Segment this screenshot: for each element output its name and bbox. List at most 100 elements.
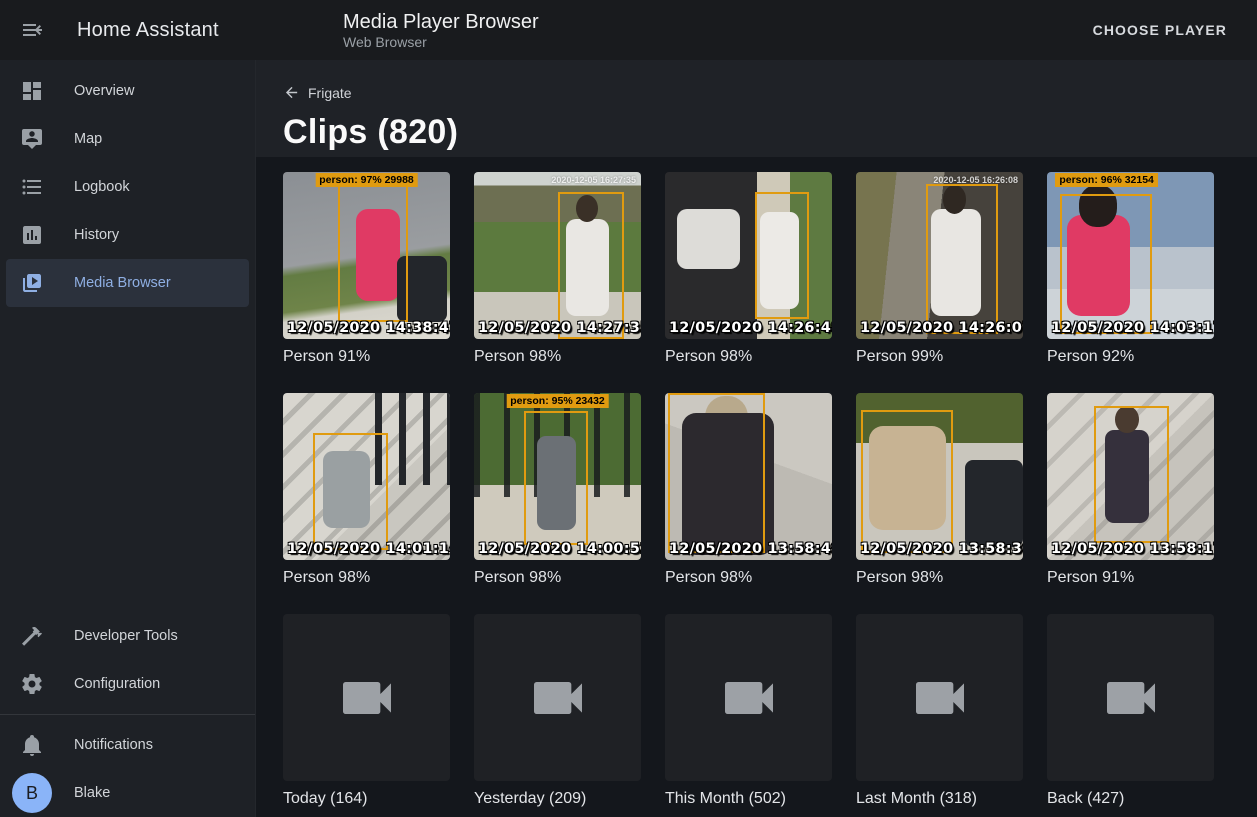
folder-card-last-month[interactable]: Last Month (318) (856, 614, 1023, 808)
folder-label: Yesterday (209) (474, 789, 641, 808)
clip-card[interactable]: 12/05/2020 13:58:49 Person 98% (665, 393, 832, 587)
page-header-subtitle: Web Browser (343, 34, 539, 51)
app-title: Home Assistant (77, 19, 219, 42)
history-icon (20, 223, 44, 247)
menu-open-icon (20, 18, 44, 42)
sidebar-item-logbook[interactable]: Logbook (6, 163, 249, 211)
clip-card[interactable]: 12/05/2020 14:01:14 Person 98% (283, 393, 450, 587)
detection-bounding-box (755, 192, 808, 319)
clip-card[interactable]: 2020-12-05 16:27:35 12/05/2020 14:27:35 … (474, 172, 641, 366)
clip-timestamp: 12/05/2020 14:26:07 (860, 320, 1023, 336)
page-header-titleblock: Media Player Browser Web Browser (343, 10, 539, 51)
map-icon (20, 127, 44, 151)
sidebar-item-configuration[interactable]: Configuration (6, 660, 249, 708)
media-grid: person: 97% 29988 12/05/2020 14:38:47 Pe… (256, 157, 1257, 808)
clip-card[interactable]: 12/05/2020 14:26:48 Person 98% (665, 172, 832, 366)
folder-thumbnail (856, 614, 1023, 781)
sidebar-item-notifications[interactable]: Notifications (6, 721, 249, 769)
clip-card[interactable]: 12/05/2020 13:58:30 Person 98% (856, 393, 1023, 587)
clip-timestamp: 12/05/2020 13:58:30 (860, 541, 1023, 557)
sidebar-item-developer-tools[interactable]: Developer Tools (6, 612, 249, 660)
clip-timestamp: 12/05/2020 14:38:47 (287, 320, 450, 336)
clip-card[interactable]: 12/05/2020 13:58:17 Person 91% (1047, 393, 1214, 587)
sidebar-item-map[interactable]: Map (6, 115, 249, 163)
clip-timestamp: 12/05/2020 14:01:14 (287, 541, 450, 557)
clip-card[interactable]: person: 96% 32154 12/05/2020 14:03:17 Pe… (1047, 172, 1214, 366)
clip-caption: Person 91% (1047, 568, 1214, 587)
sidebar: Overview Map Logbook History Media Brows… (0, 60, 256, 817)
clip-timestamp: 12/05/2020 14:26:48 (669, 320, 832, 336)
clip-timestamp: 12/05/2020 14:00:52 (478, 541, 641, 557)
video-camera-icon (908, 666, 972, 730)
sidebar-item-label: Logbook (74, 179, 130, 195)
clip-timestamp: 12/05/2020 14:03:17 (1051, 320, 1214, 336)
logbook-icon (20, 175, 44, 199)
folder-thumbnail (665, 614, 832, 781)
clip-caption: Person 99% (856, 347, 1023, 366)
clip-thumbnail: 12/05/2020 13:58:17 (1047, 393, 1214, 560)
clip-caption: Person 91% (283, 347, 450, 366)
detection-bounding-box (524, 411, 587, 545)
sidebar-header: Home Assistant (0, 6, 256, 54)
detection-bounding-box (338, 177, 408, 322)
detection-bounding-box (861, 410, 953, 554)
sidebar-item-label: Overview (74, 83, 134, 99)
page-header-title: Media Player Browser (343, 10, 539, 34)
detection-label: person: 96% 32154 (1055, 173, 1158, 187)
clip-card[interactable]: 2020-12-05 16:26:08 12/05/2020 14:26:07 … (856, 172, 1023, 366)
clip-caption: Person 98% (856, 568, 1023, 587)
sidebar-toggle-button[interactable] (8, 6, 56, 54)
avatar: B (12, 773, 52, 813)
clip-caption: Person 98% (665, 568, 832, 587)
sidebar-item-history[interactable]: History (6, 211, 249, 259)
clip-card[interactable]: person: 95% 23432 12/05/2020 14:00:52 Pe… (474, 393, 641, 587)
clip-caption: Person 98% (665, 347, 832, 366)
sidebar-item-media-browser[interactable]: Media Browser (6, 259, 249, 307)
detection-bounding-box (313, 433, 388, 550)
folder-card-yesterday[interactable]: Yesterday (209) (474, 614, 641, 808)
top-app-bar: Home Assistant Media Player Browser Web … (0, 0, 1257, 60)
content-header: Frigate Clips (820) (256, 60, 1257, 157)
breadcrumb-back[interactable]: Frigate (283, 84, 352, 101)
user-name: Blake (74, 785, 110, 801)
sidebar-item-user-profile[interactable]: B Blake (6, 769, 249, 817)
media-browser-icon (20, 271, 44, 295)
scene-shape (677, 209, 740, 269)
camera-timestamp: 2020-12-05 16:26:08 (933, 175, 1018, 185)
sidebar-spacer (0, 307, 255, 612)
folder-label: Back (427) (1047, 789, 1214, 808)
sidebar-item-label: Map (74, 131, 102, 147)
clip-caption: Person 98% (474, 347, 641, 366)
folder-thumbnail (283, 614, 450, 781)
detection-bounding-box (1094, 406, 1169, 543)
scene-shape (965, 460, 1023, 547)
clip-thumbnail: 12/05/2020 14:26:48 (665, 172, 832, 339)
sidebar-item-label: History (74, 227, 119, 243)
hammer-icon (20, 624, 44, 648)
folder-card-this-month[interactable]: This Month (502) (665, 614, 832, 808)
clip-caption: Person 98% (474, 568, 641, 587)
folder-thumbnail (1047, 614, 1214, 781)
folder-label: Today (164) (283, 789, 450, 808)
folder-label: Last Month (318) (856, 789, 1023, 808)
sidebar-divider (0, 714, 255, 715)
detection-bounding-box (668, 393, 765, 553)
detection-bounding-box (926, 184, 998, 334)
arrow-left-icon (283, 84, 300, 101)
clip-caption: Person 92% (1047, 347, 1214, 366)
clip-thumbnail: 12/05/2020 14:01:14 (283, 393, 450, 560)
clip-timestamp: 12/05/2020 14:27:35 (478, 320, 641, 336)
breadcrumb-label: Frigate (308, 85, 352, 101)
page-title: Clips (820) (283, 113, 1257, 152)
choose-player-button[interactable]: CHOOSE PLAYER (1085, 14, 1235, 46)
gear-icon (20, 672, 44, 696)
clip-card[interactable]: person: 97% 29988 12/05/2020 14:38:47 Pe… (283, 172, 450, 366)
main-content: Frigate Clips (820) person: 97% 29988 12… (256, 60, 1257, 817)
clip-timestamp: 12/05/2020 13:58:49 (669, 541, 832, 557)
video-camera-icon (1099, 666, 1163, 730)
dashboard-icon (20, 79, 44, 103)
sidebar-item-overview[interactable]: Overview (6, 67, 249, 115)
folder-label: This Month (502) (665, 789, 832, 808)
folder-card-today[interactable]: Today (164) (283, 614, 450, 808)
folder-card-back[interactable]: Back (427) (1047, 614, 1214, 808)
